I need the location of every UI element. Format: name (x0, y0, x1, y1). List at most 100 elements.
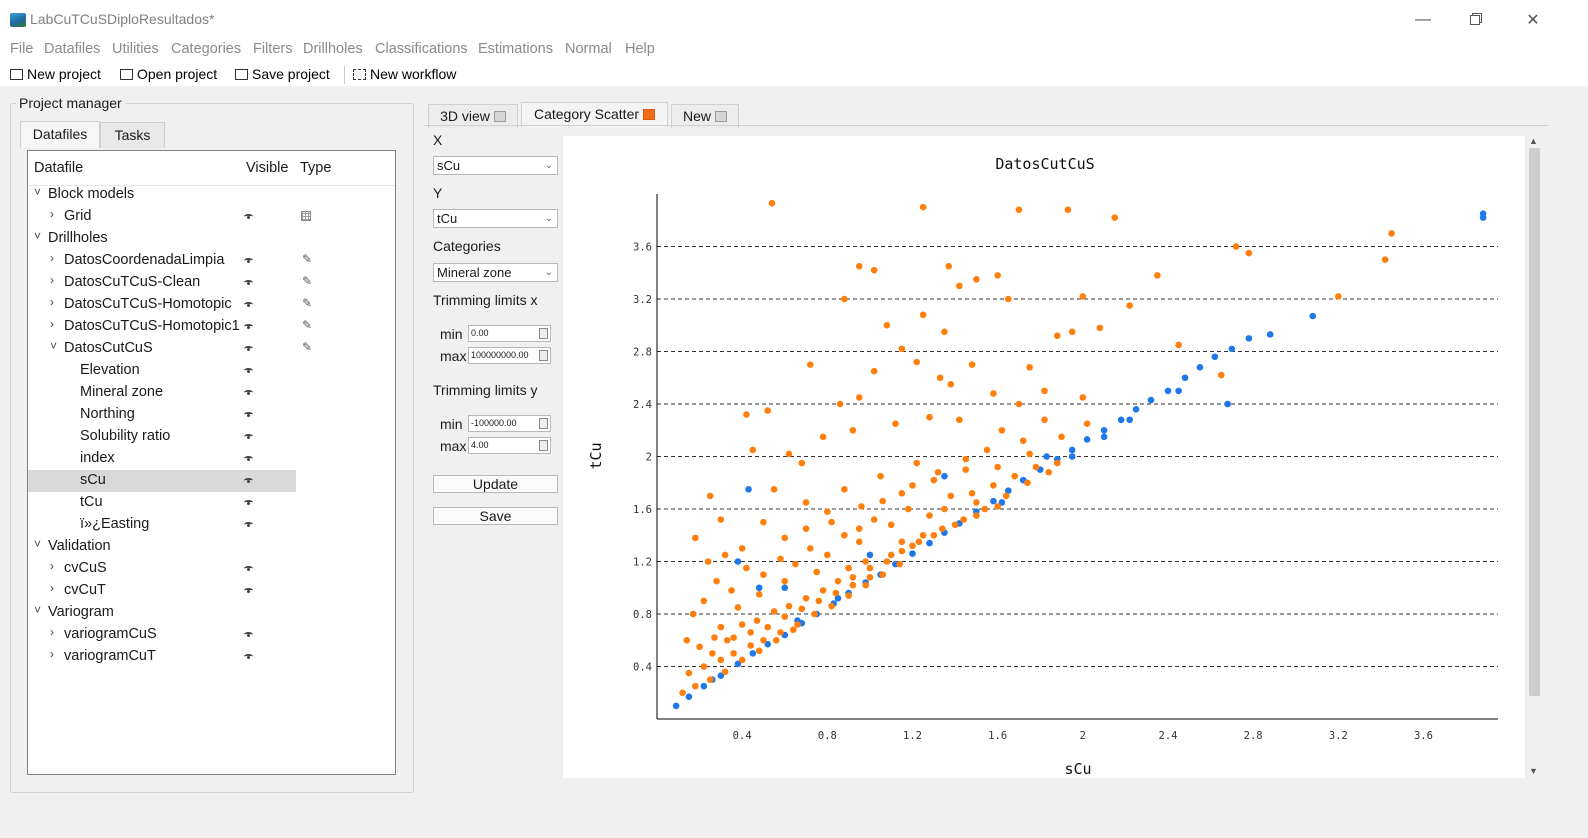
collapse-arrow-icon[interactable]: ˅ (34, 229, 41, 243)
expand-arrow-icon[interactable]: › (50, 317, 54, 331)
spin-arrows-icon[interactable] (539, 350, 548, 361)
tree-row[interactable]: Mineral zone (28, 382, 395, 404)
tree-row[interactable]: › variogramCuT (28, 646, 395, 668)
tree-row[interactable]: › variogramCuS (28, 624, 395, 646)
eye-icon[interactable] (244, 368, 253, 373)
spin-arrows-icon[interactable] (539, 418, 548, 429)
tree-row[interactable]: sCu (28, 470, 296, 492)
tree-row[interactable]: › DatosCoordenadaLimpia ✎ (28, 250, 395, 272)
expand-arrow-icon[interactable]: › (50, 251, 54, 265)
tree-row[interactable]: ˅ Block models (28, 184, 395, 206)
column-datafile[interactable]: Datafile (34, 160, 83, 176)
tab-datafiles[interactable]: Datafiles (20, 121, 100, 148)
eye-icon[interactable] (244, 588, 253, 593)
trim-x-max-input[interactable]: 100000000.00 (468, 347, 551, 364)
menu-file[interactable]: File (10, 40, 33, 62)
expand-arrow-icon[interactable]: › (50, 647, 54, 661)
eye-icon[interactable] (244, 280, 253, 285)
close-tab-icon[interactable] (715, 111, 727, 122)
tree-row[interactable]: ï»¿Easting (28, 514, 395, 536)
eye-icon[interactable] (244, 500, 253, 505)
scroll-down-icon[interactable]: ▼ (1529, 766, 1538, 776)
tree-row[interactable]: › DatosCuTCuS-Clean ✎ (28, 272, 395, 294)
eye-icon[interactable] (244, 522, 253, 527)
tree-row[interactable]: › DatosCuTCuS-Homotopic ✎ (28, 294, 395, 316)
menu-utilities[interactable]: Utilities (112, 40, 159, 62)
eye-icon[interactable] (244, 566, 253, 571)
menu-normal[interactable]: Normal (565, 40, 612, 62)
y-select[interactable]: tCu ⌄ (433, 209, 558, 228)
expand-arrow-icon[interactable]: › (50, 295, 54, 309)
collapse-arrow-icon[interactable]: ˅ (34, 185, 41, 199)
column-type[interactable]: Type (300, 160, 331, 176)
collapse-arrow-icon[interactable]: ˅ (34, 537, 41, 551)
update-button[interactable]: Update (433, 475, 558, 493)
tree-row[interactable]: tCu (28, 492, 395, 514)
menu-datafiles[interactable]: Datafiles (44, 40, 100, 62)
tree-row[interactable]: › cvCuS (28, 558, 395, 580)
eye-icon[interactable] (244, 654, 253, 659)
save-project-button[interactable]: Save project (235, 64, 330, 86)
eye-icon[interactable] (244, 478, 253, 483)
data-point-blue (1164, 387, 1172, 395)
menu-filters[interactable]: Filters (253, 40, 292, 62)
save-button[interactable]: Save (433, 507, 558, 525)
expand-arrow-icon[interactable]: › (50, 207, 54, 221)
expand-arrow-icon[interactable]: › (50, 625, 54, 639)
eye-icon[interactable] (244, 302, 253, 307)
data-point-blue (1068, 453, 1076, 460)
menu-drillholes[interactable]: Drillholes (303, 40, 363, 62)
categories-select[interactable]: Mineral zone ⌄ (433, 263, 558, 282)
tree-row[interactable]: Solubility ratio (28, 426, 395, 448)
eye-icon[interactable] (244, 632, 253, 637)
expand-arrow-icon[interactable]: › (50, 581, 54, 595)
close-window-icon[interactable]: ✕ (1510, 6, 1556, 34)
spin-arrows-icon[interactable] (539, 328, 548, 339)
minimize-icon[interactable]: — (1400, 6, 1446, 34)
tree-row[interactable]: index (28, 448, 395, 470)
new-workflow-button[interactable]: New workflow (353, 64, 456, 86)
eye-icon[interactable] (244, 346, 253, 351)
eye-icon[interactable] (244, 412, 253, 417)
trim-x-min-input[interactable]: 0.00 (468, 325, 551, 342)
open-project-button[interactable]: Open project (120, 64, 217, 86)
data-point-orange (802, 594, 810, 602)
tree-row[interactable]: ˅ DatosCutCuS ✎ (28, 338, 395, 360)
collapse-arrow-icon[interactable]: ˅ (34, 603, 41, 617)
vertical-scrollbar[interactable] (1529, 148, 1540, 696)
restore-icon[interactable] (1452, 6, 1498, 34)
menu-classifications[interactable]: Classifications (375, 40, 468, 62)
eye-icon[interactable] (244, 214, 253, 219)
trim-y-max-input[interactable]: 4.00 (468, 437, 551, 454)
menu-categories[interactable]: Categories (171, 40, 241, 62)
x-select[interactable]: sCu ⌄ (433, 156, 558, 175)
tree-row[interactable]: › cvCuT (28, 580, 395, 602)
eye-icon[interactable] (244, 258, 253, 263)
data-point-orange (956, 282, 963, 290)
eye-icon[interactable] (244, 456, 253, 461)
tree-row[interactable]: Northing (28, 404, 395, 426)
tree-row[interactable]: ˅ Validation (28, 536, 395, 558)
close-tab-icon[interactable] (493, 111, 506, 122)
collapse-arrow-icon[interactable]: ˅ (50, 339, 57, 353)
close-tab-icon[interactable] (643, 109, 656, 120)
menu-help[interactable]: Help (625, 40, 655, 62)
scroll-up-icon[interactable]: ▲ (1529, 136, 1538, 146)
eye-icon[interactable] (244, 390, 253, 395)
expand-arrow-icon[interactable]: › (50, 559, 54, 573)
menu-estimations[interactable]: Estimations (478, 40, 553, 62)
column-visible[interactable]: Visible (246, 160, 288, 176)
eye-icon[interactable] (244, 324, 253, 329)
trim-y-min-input[interactable]: -100000.00 (468, 415, 551, 432)
tree-row[interactable]: ˅ Variogram (28, 602, 395, 624)
tree-row[interactable]: Elevation (28, 360, 395, 382)
tree-row[interactable]: › DatosCuTCuS-Homotopic1 ✎ (28, 316, 395, 338)
expand-arrow-icon[interactable]: › (50, 273, 54, 287)
tab-tasks[interactable]: Tasks (100, 122, 165, 148)
tree-row[interactable]: › Grid (28, 206, 395, 228)
tree-row[interactable]: ˅ Drillholes (28, 228, 395, 250)
tab-category-scatter[interactable]: Category Scatter (521, 102, 668, 127)
new-project-button[interactable]: New project (10, 64, 101, 86)
eye-icon[interactable] (244, 434, 253, 439)
spin-arrows-icon[interactable] (539, 440, 548, 451)
